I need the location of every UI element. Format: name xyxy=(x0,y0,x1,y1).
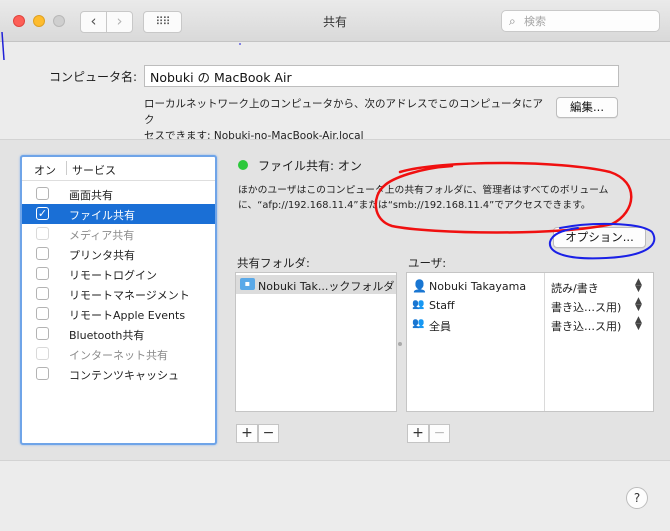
users-list[interactable]: 👤 Nobuki Takayama 読み/書き ▲ ▼ 👥 Staff 書き込…ス用) ▲ ▼ 👥 全… xyxy=(406,272,654,412)
help-button[interactable]: ? xyxy=(626,487,648,509)
add-user-button[interactable]: + xyxy=(407,424,429,443)
shared-folders-list[interactable]: ▪ Nobuki Tak...ックフォルダ xyxy=(235,272,397,412)
service-label: コンテンツキャッシュ xyxy=(69,369,179,382)
services-list-header: オン サービス xyxy=(22,157,215,181)
status-description-line-1: ほかのユーザはこのコンピュータ上の共有フォルダに、管理者はすべてのボリューム xyxy=(238,185,609,196)
services-list[interactable]: オン サービス 画面共有 ✓ ファイル共有 メディア共有 プリンタ共有リモートログインリ… xyxy=(20,155,217,445)
column-header-service[interactable]: サービス xyxy=(72,162,116,178)
service-status-description: ほかのユーザはこのコンピュータ上の共有フォルダに、管理者はすべてのボリューム に… xyxy=(238,183,623,213)
group-icon: 👥 xyxy=(412,299,425,310)
status-description-line-2: に、“afp://192.168.11.4”または“smb://192.168.… xyxy=(238,200,591,211)
service-label: リモートApple Events xyxy=(69,309,186,322)
permission-popup[interactable]: 書き込…ス用) xyxy=(551,299,621,315)
help-icon: ? xyxy=(633,491,641,505)
permission-popup[interactable]: 書き込…ス用) xyxy=(551,318,621,334)
service-checkbox[interactable] xyxy=(36,347,49,360)
sidebar-item-service[interactable]: リモートログイン xyxy=(22,264,215,284)
edit-button[interactable]: 編集... xyxy=(556,97,618,118)
table-row[interactable]: 👥 Staff 書き込…ス用) ▲ ▼ xyxy=(407,296,653,315)
user-name: Nobuki Takayama xyxy=(429,280,527,293)
service-checkbox[interactable] xyxy=(36,307,49,320)
service-checkbox[interactable] xyxy=(36,247,49,260)
table-row[interactable]: 👥 全員 書き込…ス用) ▲ ▼ xyxy=(407,315,653,334)
service-label: プリンタ共有 xyxy=(69,249,135,262)
sidebar-item-service[interactable]: 画面共有 xyxy=(22,184,215,204)
service-label: ファイル共有 xyxy=(69,209,135,222)
sidebar-item-service[interactable]: ✓ ファイル共有 xyxy=(22,204,215,224)
sidebar-item-service[interactable]: コンテンツキャッシュ xyxy=(22,364,215,384)
service-status-title: ファイル共有: オン xyxy=(258,159,362,173)
remove-shared-folder-button[interactable]: − xyxy=(258,424,279,443)
column-header-on[interactable]: オン xyxy=(34,162,56,178)
permission-popup[interactable]: 読み/書き xyxy=(551,280,599,296)
service-label: リモートログイン xyxy=(69,269,157,282)
search-icon: ⌕ xyxy=(509,14,516,28)
service-checkbox[interactable] xyxy=(36,267,49,280)
search-input[interactable] xyxy=(524,13,654,29)
sidebar-item-service[interactable]: メディア共有 xyxy=(22,224,215,244)
blue-annotation-dot xyxy=(239,43,241,45)
everyone-icon: 👥 xyxy=(412,318,425,329)
popup-arrows-icon[interactable]: ▲ ▼ xyxy=(635,278,642,294)
column-divider xyxy=(66,161,67,175)
options-button[interactable]: オプション... xyxy=(553,227,646,248)
service-label: 画面共有 xyxy=(69,189,113,202)
service-checkbox[interactable] xyxy=(36,287,49,300)
split-view-handle[interactable] xyxy=(398,342,402,346)
shared-folder-name: Nobuki Tak...ックフォルダ xyxy=(258,280,395,293)
sidebar-item-service[interactable]: インターネット共有 xyxy=(22,344,215,364)
sidebar-item-service[interactable]: リモートマネージメント xyxy=(22,284,215,304)
service-checkbox[interactable] xyxy=(36,187,49,200)
remove-user-button[interactable]: − xyxy=(429,424,450,443)
popup-arrows-icon[interactable]: ▲ ▼ xyxy=(635,316,642,332)
service-checkbox[interactable] xyxy=(36,367,49,380)
description-line-1: ローカルネットワーク上のコンピュータから、次のアドレスでこのコンピュータにアク xyxy=(144,98,543,126)
sidebar-item-service[interactable]: Bluetooth共有 xyxy=(22,324,215,344)
computer-name-description: ローカルネットワーク上のコンピュータから、次のアドレスでこのコンピュータにアク … xyxy=(144,96,544,144)
user-name: 全員 xyxy=(429,320,451,333)
popup-arrows-icon[interactable]: ▲ ▼ xyxy=(635,297,642,313)
user-name: Staff xyxy=(429,299,455,312)
title-bar: ‹ › ⠿⠿ 共有 ⌕ xyxy=(0,0,670,42)
shared-folders-label: 共有フォルダ: xyxy=(237,256,310,270)
table-row[interactable]: 👤 Nobuki Takayama 読み/書き ▲ ▼ xyxy=(407,277,653,296)
status-indicator-icon xyxy=(238,160,248,170)
service-checkbox[interactable] xyxy=(36,327,49,340)
service-checkbox[interactable] xyxy=(36,227,49,240)
person-icon: 👤 xyxy=(412,279,427,293)
service-label: メディア共有 xyxy=(69,229,135,242)
service-checkbox[interactable]: ✓ xyxy=(36,207,49,220)
search-field[interactable]: ⌕ xyxy=(501,10,660,32)
service-label: インターネット共有 xyxy=(69,349,168,362)
folder-icon: ▪ xyxy=(240,278,255,290)
add-shared-folder-button[interactable]: + xyxy=(236,424,258,443)
sidebar-item-service[interactable]: リモートApple Events xyxy=(22,304,215,324)
sidebar-item-service[interactable]: プリンタ共有 xyxy=(22,244,215,264)
service-label: Bluetooth共有 xyxy=(69,329,145,342)
list-item[interactable]: ▪ Nobuki Tak...ックフォルダ xyxy=(236,275,396,294)
computer-name-input[interactable] xyxy=(144,65,619,87)
service-label: リモートマネージメント xyxy=(69,289,190,302)
users-label: ユーザ: xyxy=(408,256,447,270)
computer-name-label: コンピュータ名: xyxy=(49,70,138,84)
